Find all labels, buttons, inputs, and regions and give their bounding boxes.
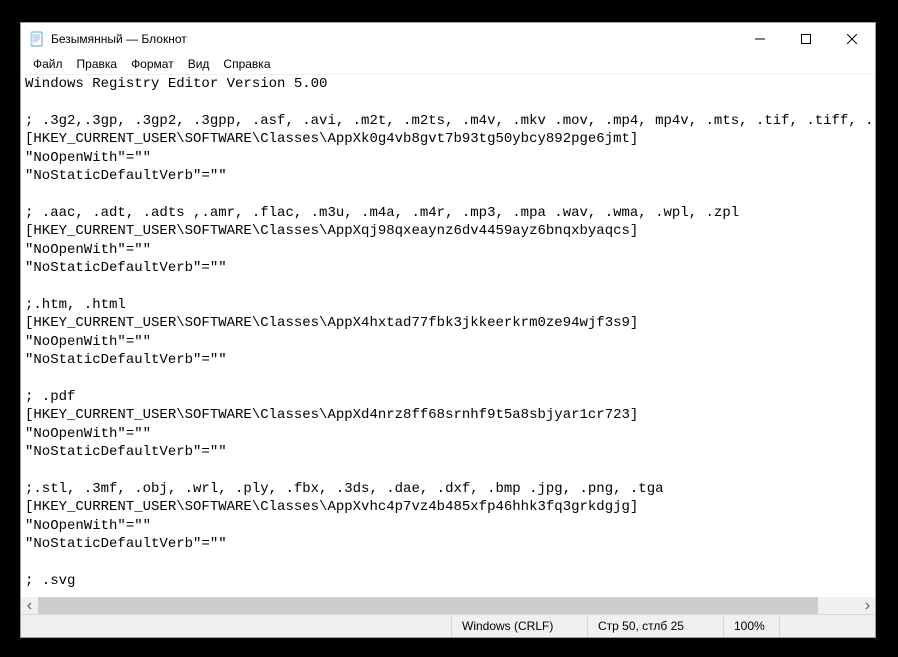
close-button[interactable]	[829, 23, 875, 54]
scrollbar-thumb[interactable]	[38, 597, 818, 614]
title-bar: Безымянный — Блокнот	[21, 23, 875, 54]
scrollbar-track[interactable]	[38, 597, 858, 614]
text-editor[interactable]: Windows Registry Editor Version 5.00 ; .…	[21, 75, 875, 597]
menu-file[interactable]: Файл	[26, 56, 70, 72]
status-cursor-position: Стр 50, стлб 25	[587, 615, 723, 637]
status-empty	[779, 615, 875, 637]
content-area: Windows Registry Editor Version 5.00 ; .…	[21, 75, 875, 614]
notepad-icon	[29, 31, 45, 47]
status-zoom: 100%	[723, 615, 779, 637]
horizontal-scrollbar[interactable]	[21, 597, 875, 614]
minimize-button[interactable]	[737, 23, 783, 54]
scroll-left-arrow-icon[interactable]	[21, 597, 38, 614]
menu-help[interactable]: Справка	[216, 56, 277, 72]
menu-view[interactable]: Вид	[181, 56, 217, 72]
status-bar: Windows (CRLF) Стр 50, стлб 25 100%	[21, 614, 875, 637]
maximize-button[interactable]	[783, 23, 829, 54]
menu-edit[interactable]: Правка	[70, 56, 125, 72]
scroll-right-arrow-icon[interactable]	[858, 597, 875, 614]
notepad-window: Безымянный — Блокнот Файл Правка Формат …	[20, 22, 876, 638]
menu-bar: Файл Правка Формат Вид Справка	[21, 54, 875, 75]
menu-format[interactable]: Формат	[124, 56, 181, 72]
status-line-ending: Windows (CRLF)	[451, 615, 587, 637]
window-title: Безымянный — Блокнот	[51, 32, 187, 46]
